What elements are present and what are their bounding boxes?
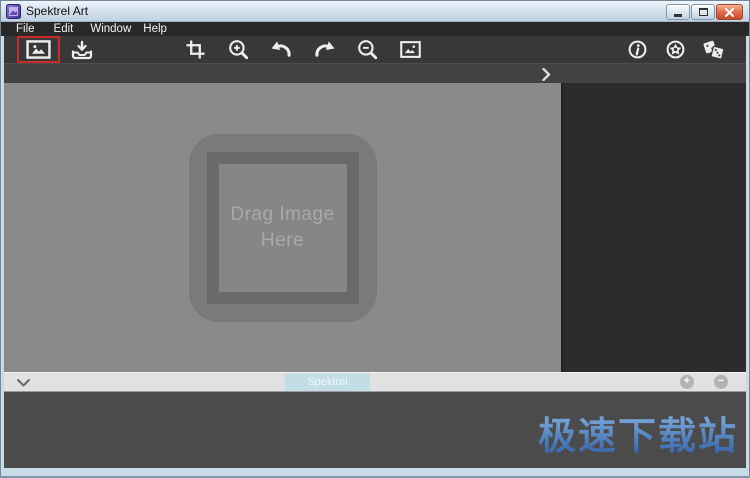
info-icon [628,40,647,59]
zoom-in-button[interactable] [217,36,260,63]
menu-bar: File Edit Window Help [1,22,749,36]
zoom-out-button[interactable] [346,36,389,63]
info-button[interactable] [618,36,656,63]
chevron-down-icon [17,379,30,387]
randomize-button[interactable] [694,36,732,63]
tab-spektrel[interactable]: Spektrel [285,373,370,391]
minimize-icon [674,14,682,17]
maximize-icon [699,8,708,16]
canvas-area[interactable]: Drag Image Here [4,83,561,372]
watermark-text: 极速下载站 [538,405,738,460]
settings-button[interactable] [656,36,694,63]
chevron-right-icon [542,68,551,81]
open-image-button[interactable] [17,36,60,63]
remove-effect-button[interactable]: − [714,375,728,389]
open-image-icon [26,40,51,59]
settings-icon [666,40,685,59]
collapse-effects-button[interactable] [17,379,30,387]
preview-image-icon [400,41,421,58]
redo-button[interactable] [303,36,346,63]
crop-button[interactable] [174,36,217,63]
drop-zone-frame: Drag Image Here [207,152,359,304]
drop-zone-label: Drag Image Here [222,202,344,253]
title-bar[interactable]: Spektrel Art [1,1,749,22]
close-button[interactable] [716,4,743,20]
preview-image-button[interactable] [389,36,432,63]
window-title: Spektrel Art [26,1,88,22]
menu-edit[interactable]: Edit [54,22,74,36]
app-logo-icon [6,4,21,19]
zoom-out-icon [357,39,378,60]
import-image-button[interactable] [60,36,103,63]
minimize-button[interactable] [666,4,690,20]
panel-toggle-strip [4,63,746,83]
zoom-in-icon [228,39,249,60]
effects-tray: 极速下载站 [4,392,746,468]
redo-icon [314,40,335,59]
right-panel [561,83,746,372]
undo-icon [271,40,292,59]
toolbar [4,36,746,63]
window-controls [666,4,743,20]
menu-help[interactable]: Help [143,22,167,36]
close-icon [725,8,734,17]
add-effect-button[interactable]: + [680,375,694,389]
randomize-dice-icon [701,39,726,60]
maximize-button[interactable] [691,4,715,20]
app-window: Spektrel Art File Edit Window Help [0,0,750,478]
import-image-icon [71,40,93,60]
expand-panel-button[interactable] [542,68,551,81]
effects-bar: Spektrel + − [4,372,746,392]
undo-button[interactable] [260,36,303,63]
menu-file[interactable]: File [16,22,35,36]
crop-icon [186,40,205,59]
menu-window[interactable]: Window [90,22,131,36]
drop-zone[interactable]: Drag Image Here [189,134,377,322]
